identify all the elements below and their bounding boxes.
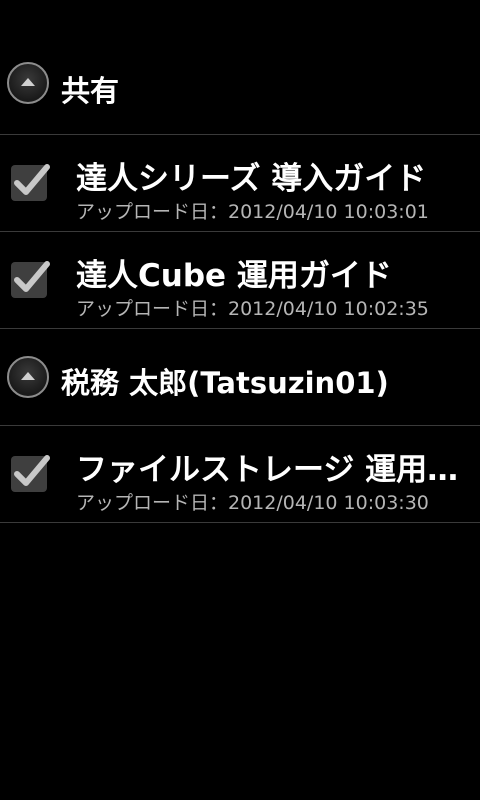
collapse-arrow-icon[interactable]: [7, 62, 49, 104]
item-title: ファイルストレージ 運用…: [76, 452, 459, 488]
group-title: 税務 太郎(Tatsuzin01): [61, 366, 389, 400]
item-upload-date: アップロード日：2012/04/10 10:02:35: [76, 298, 429, 320]
file-list-screen: 共有 達人シリーズ 導入ガイド アップロード日：2012/04/10 10:03…: [0, 0, 480, 800]
item-upload-date: アップロード日：2012/04/10 10:03:01: [76, 201, 429, 223]
checkbox-icon[interactable]: [11, 164, 50, 201]
group-header-user[interactable]: 税務 太郎(Tatsuzin01): [0, 329, 480, 426]
item-title: 達人Cube 運用ガイド: [76, 258, 392, 294]
item-title: 達人シリーズ 導入ガイド: [76, 161, 427, 197]
collapse-arrow-icon[interactable]: [7, 356, 49, 398]
list-item[interactable]: 達人Cube 運用ガイド アップロード日：2012/04/10 10:02:35: [0, 232, 480, 329]
list-item[interactable]: 達人シリーズ 導入ガイド アップロード日：2012/04/10 10:03:01: [0, 135, 480, 232]
checkbox-icon[interactable]: [11, 455, 50, 492]
checkbox-icon[interactable]: [11, 261, 50, 298]
group-title: 共有: [61, 74, 120, 108]
list-item[interactable]: ファイルストレージ 運用… アップロード日：2012/04/10 10:03:3…: [0, 426, 480, 523]
item-upload-date: アップロード日：2012/04/10 10:03:30: [76, 492, 429, 514]
group-header-shared[interactable]: 共有: [0, 0, 480, 135]
